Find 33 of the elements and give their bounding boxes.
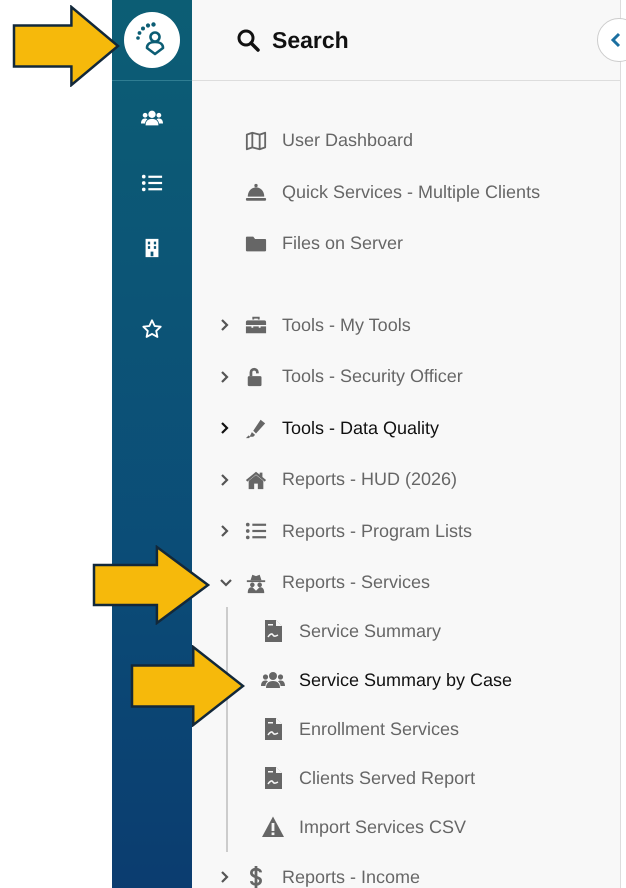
- bell-icon: [244, 181, 268, 204]
- marker-icon: [244, 417, 268, 440]
- chevron-right-icon[interactable]: [220, 472, 230, 487]
- menu-link[interactable]: Import Services CSV: [299, 816, 466, 838]
- chevron-right-icon[interactable]: [220, 524, 230, 538]
- menu-section[interactable]: Tools - Data Quality: [282, 418, 440, 439]
- menu-section[interactable]: Reports - Services: [282, 572, 430, 594]
- menu-link[interactable]: Service Summary: [299, 620, 442, 642]
- chevron-right-icon[interactable]: [220, 870, 230, 884]
- warning-icon: [260, 815, 286, 839]
- chevron-right-icon[interactable]: [220, 421, 230, 436]
- menu-section[interactable]: Tools - My Tools: [282, 314, 411, 336]
- star-icon: [141, 318, 163, 340]
- chevron-left-icon: [610, 32, 621, 48]
- menu-section[interactable]: Reports - Income: [282, 866, 420, 888]
- menu-link[interactable]: Enrollment Services: [299, 718, 460, 740]
- menu-link[interactable]: User Dashboard: [282, 130, 414, 152]
- search-icon: [236, 28, 260, 52]
- menu-section[interactable]: Reports - Program Lists: [282, 520, 472, 542]
- menu-section[interactable]: Reports - HUD (2026): [282, 469, 458, 490]
- toolbox-icon: [244, 314, 268, 336]
- map-icon: [244, 130, 268, 152]
- menu-link[interactable]: Quick Services - Multiple Clients: [282, 182, 540, 203]
- list-icon: [141, 172, 163, 194]
- chevron-right-icon[interactable]: [220, 318, 230, 332]
- chevron-right-icon[interactable]: [220, 370, 230, 384]
- list-icon: [244, 520, 268, 542]
- menu-link[interactable]: Service Summary by Case: [299, 670, 512, 690]
- logo-icon[interactable]: [124, 12, 180, 68]
- panel-title: Search: [272, 26, 349, 54]
- menu-section[interactable]: Tools - Security Officer: [282, 366, 463, 388]
- menu-link[interactable]: Files on Server: [282, 233, 404, 254]
- menu-link[interactable]: Clients Served Report: [299, 768, 476, 788]
